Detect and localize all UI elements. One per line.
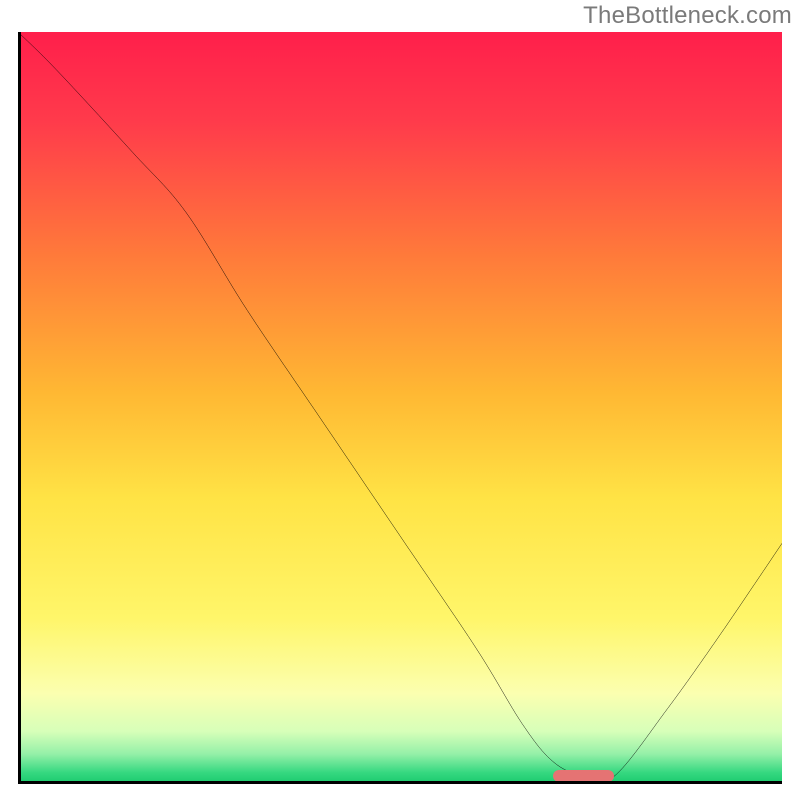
watermark-text: TheBottleneck.com <box>583 2 792 30</box>
y-axis <box>18 32 21 784</box>
bottleneck-curve <box>18 32 782 784</box>
chart-container: TheBottleneck.com <box>0 0 800 800</box>
plot-area <box>18 32 782 784</box>
x-axis <box>18 781 782 784</box>
